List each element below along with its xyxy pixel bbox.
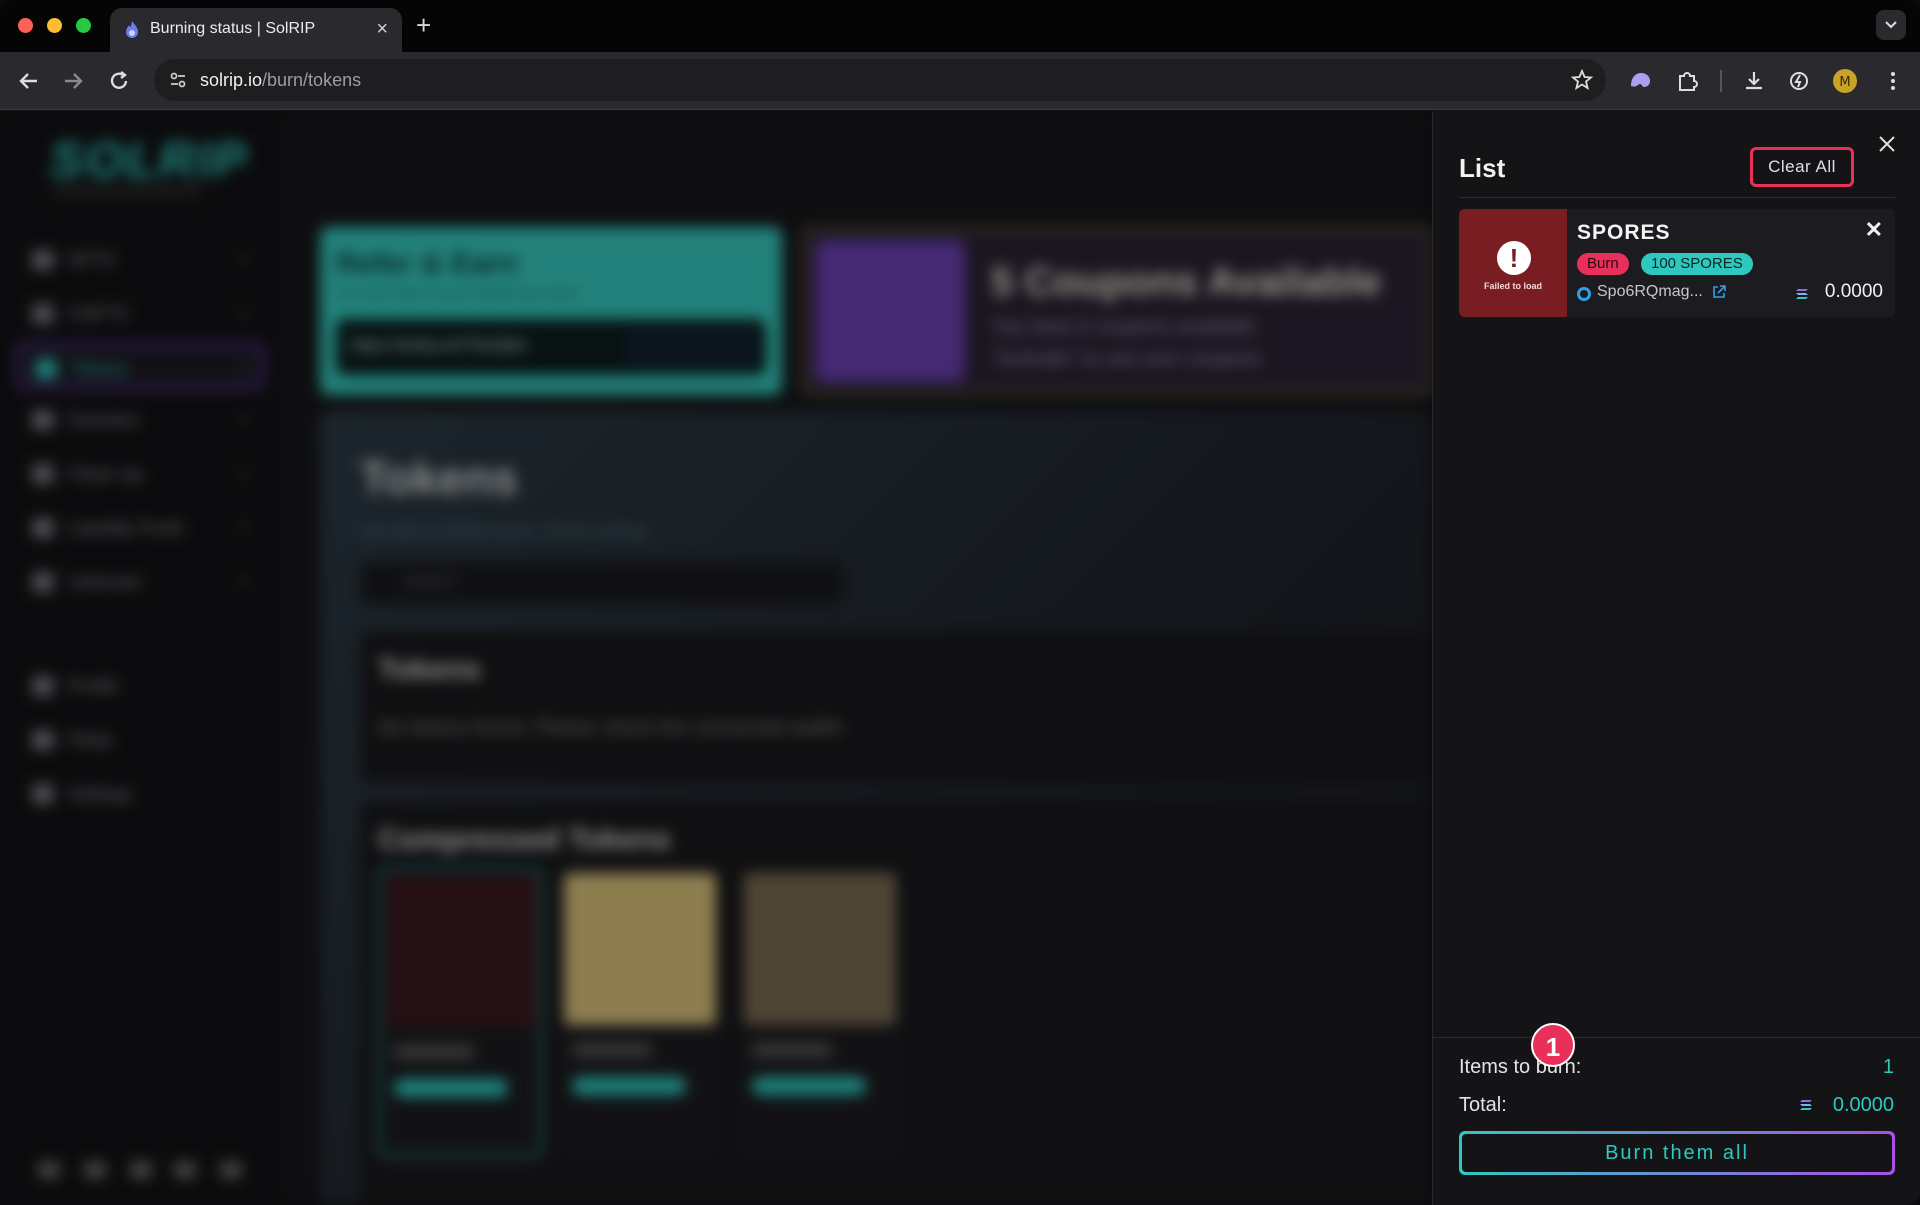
remove-item-icon[interactable]: ✕ xyxy=(1865,219,1883,241)
page-content: SOLRIP NFTS ▾ CNFTS ▾ Tokens ▾ Domains ▾ Cle… xyxy=(0,111,1920,1205)
drawer-title: List xyxy=(1459,153,1506,183)
token-thumbnail: ! Failed to load xyxy=(1459,209,1567,317)
site-settings-icon[interactable] xyxy=(168,70,188,90)
browser-tab[interactable]: Burning status | SolRIP × xyxy=(110,8,402,52)
svg-text:M: M xyxy=(1839,75,1850,90)
forward-arrow-icon[interactable] xyxy=(60,68,86,94)
total-value: 0.0000 xyxy=(1832,1094,1894,1116)
extensions-puzzle-icon[interactable] xyxy=(1674,68,1700,94)
tab-strip: Burning status | SolRIP × + xyxy=(0,0,1920,52)
browser-toolbar: solrip.io/burn/tokens M xyxy=(0,52,1920,110)
divider xyxy=(1433,1037,1920,1038)
step-number-badge: 1 xyxy=(1531,1023,1575,1067)
burn-list-drawer: List Clear All ! Failed to load SPORES ✕… xyxy=(1432,111,1920,1205)
amount-badge: 100 SPORES xyxy=(1641,253,1753,275)
phantom-extension-icon[interactable] xyxy=(1627,68,1653,94)
download-icon[interactable] xyxy=(1741,68,1767,94)
burn-list-item: ! Failed to load SPORES ✕ Burn 100 SPORE… xyxy=(1459,209,1895,317)
solana-icon xyxy=(1800,1100,1812,1110)
bookmark-star-icon[interactable] xyxy=(1570,68,1594,92)
address-bar[interactable]: solrip.io/burn/tokens xyxy=(154,59,1606,101)
token-name: SPORES xyxy=(1577,221,1671,244)
clear-all-button[interactable]: Clear All xyxy=(1750,147,1854,187)
window-maximize-button[interactable] xyxy=(76,18,91,33)
reload-icon[interactable] xyxy=(106,68,132,94)
tab-close-icon[interactable]: × xyxy=(376,17,388,41)
solana-icon xyxy=(1796,289,1808,299)
close-icon[interactable] xyxy=(1874,131,1900,157)
kebab-menu-icon[interactable] xyxy=(1880,68,1906,94)
url-text: solrip.io/burn/tokens xyxy=(200,70,362,90)
solscan-icon xyxy=(1577,287,1591,301)
back-arrow-icon[interactable] xyxy=(16,68,42,94)
error-icon: ! xyxy=(1497,241,1531,275)
burn-them-all-button[interactable]: Burn them all xyxy=(1459,1131,1895,1175)
divider xyxy=(1459,197,1895,198)
token-address: Spo6RQmag... xyxy=(1597,283,1703,300)
tab-search-button[interactable] xyxy=(1876,10,1906,40)
action-badge: Burn xyxy=(1577,253,1629,275)
performance-icon[interactable] xyxy=(1786,68,1812,94)
profile-avatar-icon[interactable]: M xyxy=(1832,68,1858,94)
solrip-flame-icon xyxy=(126,21,138,38)
tab-title: Burning status | SolRIP xyxy=(150,20,316,37)
toolbar-divider xyxy=(1720,70,1722,92)
external-link-icon[interactable] xyxy=(1711,284,1727,300)
token-value: 0.0000 xyxy=(1824,281,1883,302)
new-tab-icon[interactable]: + xyxy=(416,12,431,38)
chevron-down-icon xyxy=(1885,21,1897,29)
browser-window: Burning status | SolRIP × + solrip.io/bu… xyxy=(0,0,1920,1205)
window-minimize-button[interactable] xyxy=(47,18,62,33)
modal-overlay[interactable] xyxy=(0,111,1432,1205)
total-label: Total: xyxy=(1459,1094,1507,1116)
items-to-burn-count: 1 xyxy=(1882,1056,1894,1078)
window-close-button[interactable] xyxy=(18,18,33,33)
